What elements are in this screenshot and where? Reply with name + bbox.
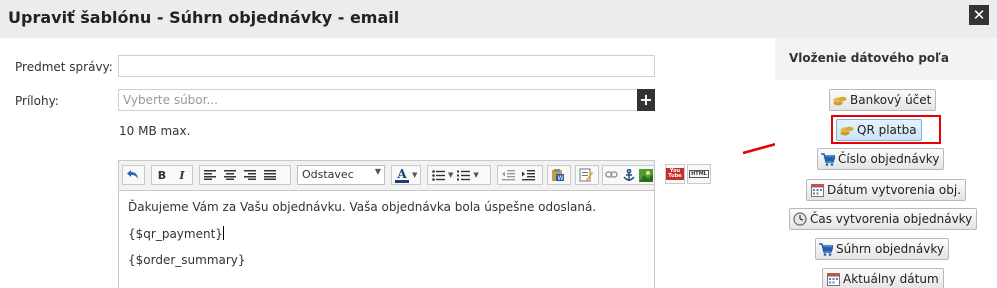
plus-icon: +	[639, 90, 653, 109]
close-button[interactable]: ✕	[969, 5, 989, 25]
insert-order-summary-button[interactable]: Súhrn objednávky	[815, 238, 949, 260]
align-justify-icon[interactable]	[260, 166, 280, 184]
font-color-group: A ▼	[391, 165, 421, 185]
list-group: ▼ ▼	[427, 165, 491, 185]
italic-icon[interactable]: I	[172, 166, 192, 184]
align-right-icon[interactable]	[240, 166, 260, 184]
coins-icon	[833, 93, 847, 107]
insert-order-number-button[interactable]: Číslo objednávky	[817, 148, 945, 170]
undo-icon[interactable]	[123, 166, 143, 184]
cart-icon	[819, 242, 833, 256]
insert-order-number-label: Číslo objednávky	[838, 152, 940, 166]
insert-order-date-button[interactable]: Dátum vytvorenia obj.	[806, 179, 967, 201]
font-color-icon[interactable]: A	[392, 166, 412, 184]
indent-group	[497, 165, 543, 185]
format-select-value: Odstavec	[302, 168, 354, 181]
dialog-title: Upraviť šablónu - Súhrn objednávky - ema…	[8, 8, 400, 27]
dialog-titlebar: Upraviť šablónu - Súhrn objednávky - ema…	[0, 0, 997, 38]
max-size-note: 10 MB max.	[119, 124, 191, 138]
bold-icon[interactable]: B	[152, 166, 172, 184]
sidebar-header: Vloženie dátového poľa	[775, 38, 997, 80]
insert-order-summary-label: Súhrn objednávky	[836, 242, 944, 256]
youtube-icon: You Tube	[666, 168, 684, 180]
align-group	[199, 165, 291, 185]
html-button[interactable]: HTML	[687, 164, 711, 184]
editor-content[interactable]: Ďakujeme Vám za Vašu objednávku. Vaša ob…	[119, 192, 654, 287]
bullet-list-icon[interactable]	[428, 166, 448, 184]
indent-icon[interactable]	[518, 166, 538, 184]
numbered-list-icon[interactable]	[453, 166, 473, 184]
insert-bank-account-button[interactable]: Bankový účet	[829, 89, 937, 111]
insert-group	[602, 165, 654, 185]
format-select[interactable]: Odstavec ▼	[297, 165, 385, 185]
insert-bank-account-label: Bankový účet	[850, 93, 932, 107]
add-file-button[interactable]: +	[637, 89, 655, 111]
chevron-down-icon: ▼	[412, 171, 418, 179]
html-icon: HTML	[689, 170, 709, 178]
attachments-label: Prílohy:	[15, 94, 59, 108]
content-line-caret: {$qr_payment}	[128, 226, 645, 242]
close-icon: ✕	[972, 6, 986, 24]
content-line: {$qr_payment}	[128, 227, 223, 241]
bold-italic-group: B I	[151, 165, 193, 185]
font-color-swatch	[395, 179, 409, 183]
clock-icon	[793, 212, 807, 226]
editor-toolbar: B I Odstavec ▼ A ▼ ▼ ▼ W	[119, 161, 654, 191]
bold-glyph: B	[157, 168, 167, 182]
edit-template-dialog: Upraviť šablónu - Súhrn objednávky - ema…	[0, 0, 997, 288]
insert-order-date-label: Dátum vytvorenia obj.	[827, 183, 962, 197]
outdent-icon[interactable]	[498, 166, 518, 184]
align-center-icon[interactable]	[220, 166, 240, 184]
source-group	[575, 165, 599, 185]
highlight-box	[831, 115, 941, 144]
rich-text-editor: B I Odstavec ▼ A ▼ ▼ ▼ W Ďakujeme Vám za…	[118, 160, 655, 288]
anchor-icon[interactable]	[620, 166, 637, 184]
insert-order-time-button[interactable]: Čas vytvorenia objednávky	[789, 208, 978, 230]
svg-text:W: W	[558, 175, 564, 182]
content-line: Ďakujeme Vám za Vašu objednávku. Vaša ob…	[128, 200, 597, 214]
file-select-input[interactable]: Vyberte súbor...	[118, 89, 636, 111]
paste-group: W	[547, 165, 571, 185]
paste-word-icon[interactable]: W	[548, 166, 568, 184]
image-icon[interactable]	[637, 166, 654, 184]
cart-icon	[821, 152, 835, 166]
calendar-icon	[810, 183, 824, 197]
link-icon[interactable]	[603, 166, 620, 184]
undo-group	[122, 165, 145, 185]
subject-input[interactable]	[118, 55, 655, 77]
chevron-down-icon: ▼	[374, 167, 381, 176]
edit-source-icon[interactable]	[576, 166, 596, 184]
insert-order-time-label: Čas vytvorenia objednávky	[810, 212, 973, 226]
sidebar-title: Vloženie dátového poľa	[789, 51, 950, 65]
youtube-button[interactable]: You Tube	[665, 164, 685, 184]
text-caret	[222, 226, 224, 240]
content-line: {$order_summary}	[128, 253, 246, 267]
align-left-icon[interactable]	[200, 166, 220, 184]
subject-label: Predmet správy:	[15, 60, 113, 74]
chevron-down-icon: ▼	[473, 171, 479, 179]
insert-current-date-button[interactable]: Aktuálny dátum	[822, 268, 944, 288]
italic-glyph: I	[179, 168, 185, 182]
insert-current-date-label: Aktuálny dátum	[843, 272, 939, 286]
calendar-icon	[826, 272, 840, 286]
font-color-glyph: A	[397, 166, 407, 181]
